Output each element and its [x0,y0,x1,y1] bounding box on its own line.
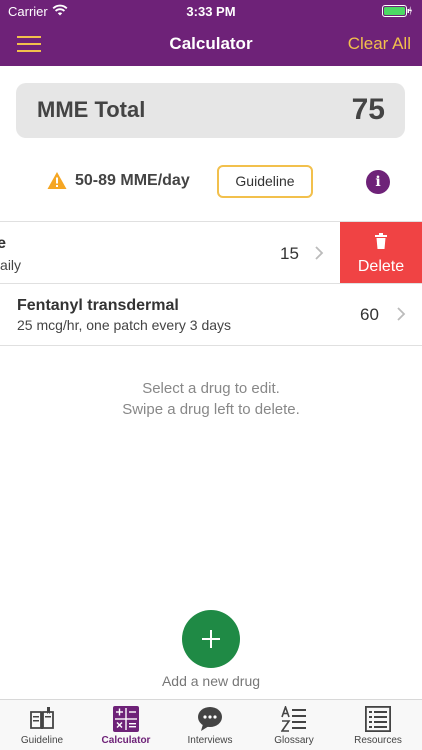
edit-hint: Select a drug to edit. [142,380,280,397]
delete-button[interactable]: Delete [340,222,422,283]
tab-label: Interviews [187,735,233,746]
nav-bar: Calculator Clear All [0,22,422,66]
drug-name: odone [0,235,6,253]
chevron-right-icon [315,246,324,260]
add-drug-button[interactable] [182,610,240,668]
drug-mme-value: 60 [360,305,379,324]
status-bar: Carrier 3:33 PM [0,0,422,22]
add-drug-label: Add a new drug [161,673,261,689]
list-icon [365,706,391,732]
tab-resources[interactable]: Resources [336,700,420,750]
delete-label: Delete [357,258,405,275]
delete-hint: Swipe a drug left to delete. [122,401,300,418]
tab-label: Guideline [20,735,64,746]
mme-warning-row: 50-89 MME/day Guideline i [0,163,422,201]
mme-total-label: MME Total [37,97,146,122]
clear-all-button[interactable]: Clear All [348,34,411,54]
drug-row[interactable]: odone ablet daily 15 Delete [0,222,422,284]
tab-calculator[interactable]: Calculator [84,700,168,750]
tab-glossary[interactable]: Glossary [252,700,336,750]
guideline-button[interactable]: Guideline [217,165,313,198]
info-icon[interactable]: i [366,170,390,194]
drug-name: Fentanyl transdermal [17,297,179,314]
warning-icon [47,172,67,189]
drug-mme-value: 15 [280,244,299,263]
drug-row-content[interactable]: odone ablet daily 15 [0,222,340,283]
mme-total-card: MME Total 75 [16,83,405,138]
top-bar: Carrier 3:33 PM Calculator Clear All [0,0,422,66]
trash-icon [375,233,387,249]
tab-guideline[interactable]: Guideline [0,700,84,750]
mme-total-value: 75 [351,93,385,126]
calculator-icon [113,706,139,732]
drug-detail: ablet daily [0,257,22,273]
tab-label: Glossary [274,735,314,746]
battery-icon [382,5,412,17]
sort-az-icon [281,706,306,732]
book-icon [30,707,54,729]
mme-range-label: 50-89 MME/day [75,172,190,189]
status-time: 3:33 PM [186,4,236,19]
chat-bubble-icon [198,707,222,731]
tab-bar: Guideline Calculator Interviews Glossary… [0,699,422,750]
tab-label: Calculator [101,735,151,746]
tab-interviews[interactable]: Interviews [168,700,252,750]
drug-detail: 25 mcg/hr, one patch every 3 days [17,317,232,333]
tab-label: Resources [354,735,402,746]
drug-row[interactable]: Fentanyl transdermal 25 mcg/hr, one patc… [0,284,422,346]
chevron-right-icon [397,307,406,321]
